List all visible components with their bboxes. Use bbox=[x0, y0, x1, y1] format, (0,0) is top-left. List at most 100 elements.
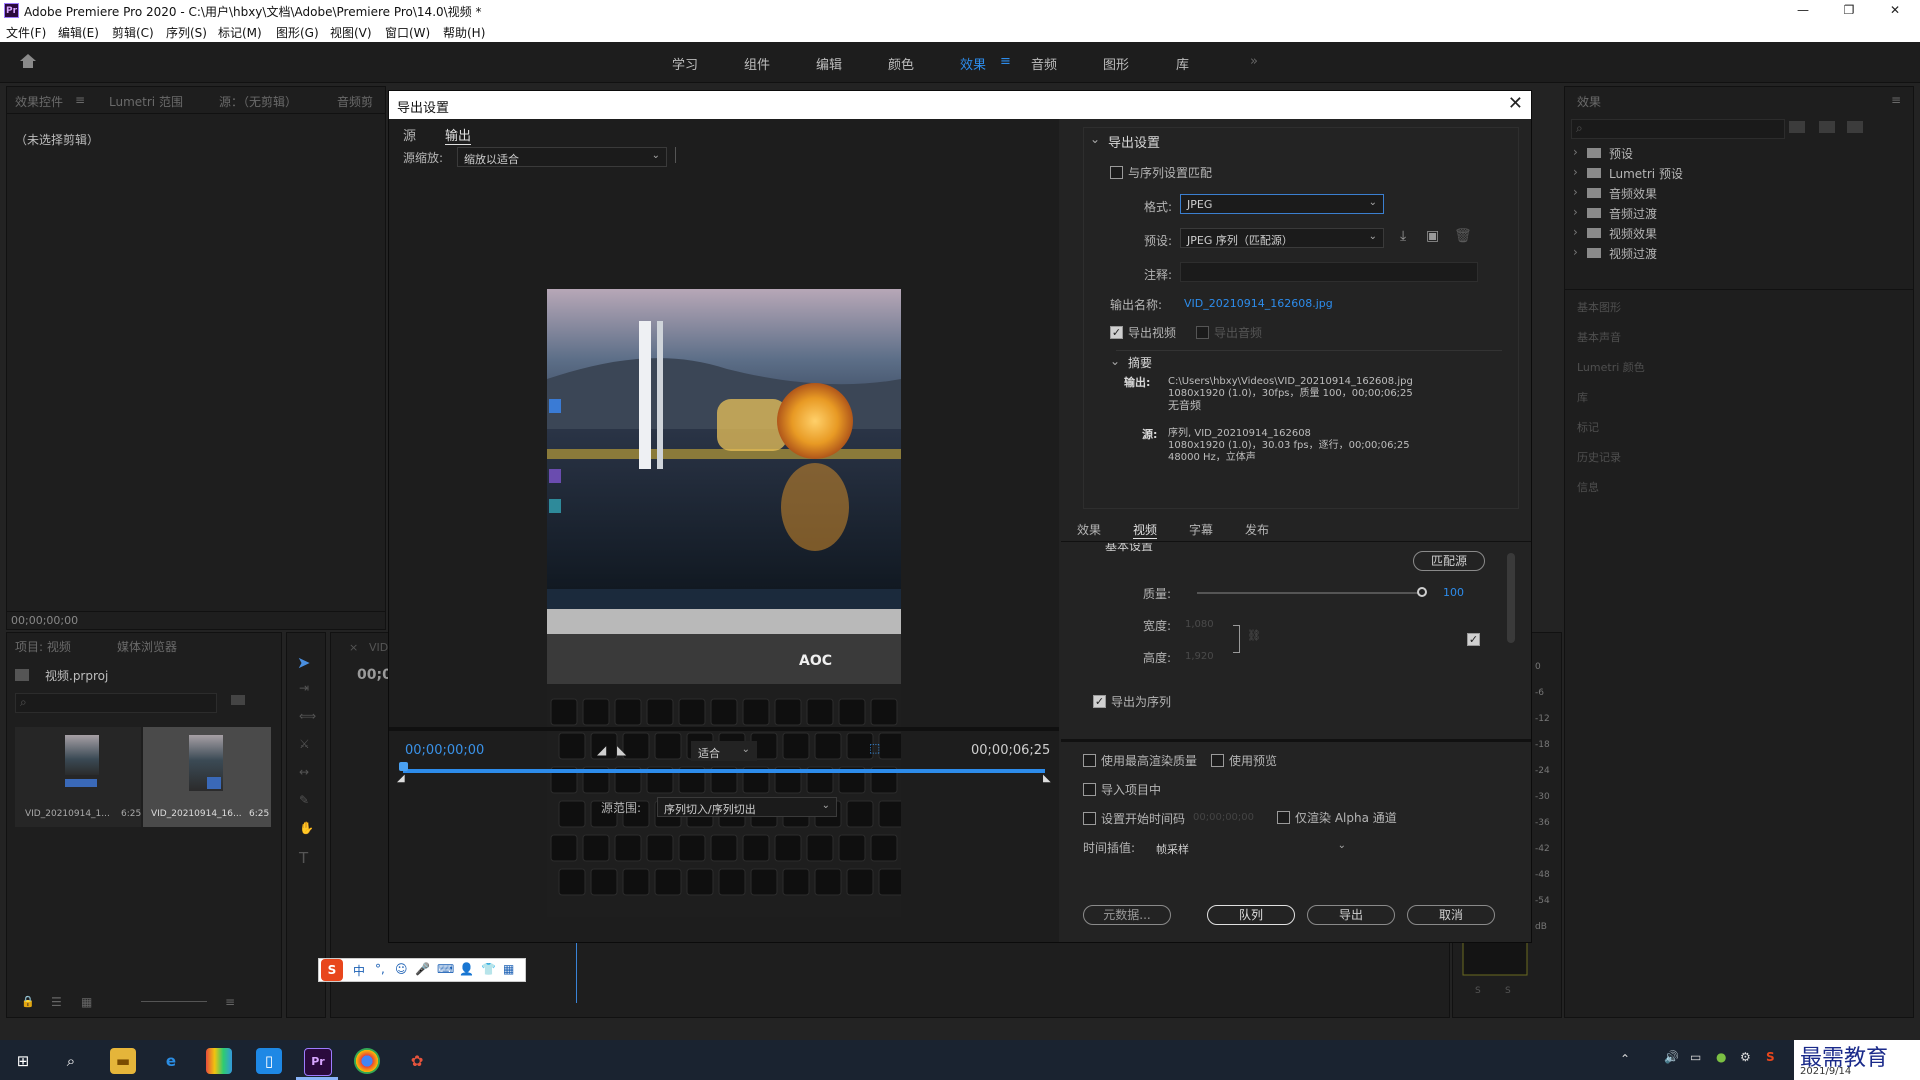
start-timecode-checkbox[interactable] bbox=[1083, 812, 1096, 825]
menu-view[interactable]: 视图(V) bbox=[330, 24, 372, 41]
ime-skin-icon[interactable]: 👕 bbox=[481, 962, 496, 976]
ime-punctuation[interactable]: °, bbox=[375, 962, 385, 976]
height-value[interactable]: 1,920 bbox=[1185, 651, 1214, 662]
tab-lumetri-scopes[interactable]: Lumetri 范围 bbox=[109, 93, 183, 110]
menu-help[interactable]: 帮助(H) bbox=[443, 24, 485, 41]
edge-browser-icon[interactable]: e bbox=[158, 1048, 184, 1074]
workspace-libraries[interactable]: 库 bbox=[1176, 54, 1189, 73]
effects-tree-item[interactable]: › 音频效果 bbox=[1573, 185, 1893, 205]
chrome-icon[interactable] bbox=[354, 1048, 380, 1074]
essential-graphics-section[interactable]: 基本图形 bbox=[1577, 299, 1621, 315]
list-view-icon[interactable]: ☰ bbox=[51, 995, 62, 1009]
sogou-logo-icon[interactable]: S bbox=[321, 959, 343, 981]
import-project-checkbox[interactable] bbox=[1083, 783, 1096, 796]
32bit-effects-icon[interactable] bbox=[1819, 121, 1835, 133]
menu-window[interactable]: 窗口(W) bbox=[385, 24, 430, 41]
solo-button[interactable]: S bbox=[1505, 986, 1511, 996]
taskbar-search-icon[interactable]: ⌕ bbox=[58, 1048, 84, 1074]
match-sequence-checkbox[interactable] bbox=[1110, 166, 1123, 179]
workspace-effects[interactable]: 效果 bbox=[960, 54, 986, 73]
render-alpha-checkbox[interactable] bbox=[1277, 811, 1290, 824]
quality-value[interactable]: 100 bbox=[1443, 586, 1464, 599]
tab-publish[interactable]: 发布 bbox=[1245, 521, 1269, 538]
source-scaling-select[interactable]: 缩放以适合 ⌄ bbox=[457, 147, 667, 167]
tray-sogou-icon[interactable]: S bbox=[1766, 1050, 1775, 1064]
workspace-menu-icon[interactable]: ≡ bbox=[1000, 54, 1011, 69]
width-value[interactable]: 1,080 bbox=[1185, 619, 1214, 630]
file-explorer-icon[interactable]: ▬ bbox=[110, 1048, 136, 1074]
hand-icon[interactable]: ✋ bbox=[299, 821, 314, 835]
project-clip-1[interactable]: VID_20210914_1... 6:25 bbox=[15, 727, 141, 827]
export-audio-checkbox[interactable] bbox=[1196, 326, 1209, 339]
project-clip-2[interactable]: VID_20210914_16... 6:25 bbox=[143, 727, 271, 827]
export-as-sequence-checkbox[interactable]: ✓ bbox=[1093, 695, 1106, 708]
workspace-color[interactable]: 颜色 bbox=[888, 54, 914, 73]
tab-source[interactable]: 源：（无剪辑） bbox=[219, 93, 297, 110]
workspace-graphics[interactable]: 图形 bbox=[1103, 54, 1129, 73]
queue-button[interactable]: 队列 bbox=[1207, 905, 1295, 925]
libraries-section[interactable]: 库 bbox=[1577, 389, 1588, 405]
ripple-edit-icon[interactable]: ⟺ bbox=[299, 709, 316, 723]
essential-sound-section[interactable]: 基本声音 bbox=[1577, 329, 1621, 345]
output-name-link[interactable]: VID_20210914_162608.jpg bbox=[1184, 297, 1333, 310]
export-video-checkbox[interactable]: ✓ bbox=[1110, 326, 1123, 339]
max-render-checkbox[interactable] bbox=[1083, 754, 1096, 767]
menu-clip[interactable]: 剪辑(C) bbox=[112, 24, 154, 41]
ime-emoji-icon[interactable]: ☺ bbox=[395, 962, 408, 976]
source-range-select[interactable]: 序列切入/序列切出 ⌄ bbox=[657, 797, 837, 817]
use-previews-checkbox[interactable] bbox=[1211, 754, 1224, 767]
close-sequence-icon[interactable]: × bbox=[349, 641, 358, 654]
collapse-chevron-icon[interactable]: ⌄ bbox=[1090, 132, 1100, 146]
history-section[interactable]: 历史记录 bbox=[1577, 449, 1621, 465]
ime-toolbox-icon[interactable]: ▦ bbox=[503, 962, 514, 976]
window-close-icon[interactable]: ✕ bbox=[1872, 0, 1918, 21]
effects-search-input[interactable]: ⌕ bbox=[1571, 119, 1785, 139]
tray-settings-icon[interactable]: ⚙ bbox=[1740, 1050, 1751, 1064]
accelerated-effects-icon[interactable] bbox=[1789, 121, 1805, 133]
new-bin-icon[interactable] bbox=[231, 695, 245, 705]
cancel-button[interactable]: 取消 bbox=[1407, 905, 1495, 925]
workspace-learn[interactable]: 学习 bbox=[672, 54, 698, 73]
workspace-assembly[interactable]: 组件 bbox=[744, 54, 770, 73]
comments-input[interactable] bbox=[1180, 262, 1478, 282]
home-icon[interactable] bbox=[18, 52, 38, 70]
tablet-app-icon[interactable]: ▯ bbox=[256, 1048, 282, 1074]
playhead-handle[interactable] bbox=[399, 762, 408, 771]
effects-tree-item[interactable]: › 预设 bbox=[1573, 145, 1893, 165]
tab-project[interactable]: 项目: 视频 bbox=[15, 638, 71, 655]
workspace-editing[interactable]: 编辑 bbox=[816, 54, 842, 73]
pen-icon[interactable]: ✎ bbox=[299, 793, 309, 807]
premiere-taskbar-icon[interactable]: Pr bbox=[304, 1048, 332, 1076]
zoom-slider[interactable] bbox=[141, 1001, 207, 1002]
quality-slider-track[interactable] bbox=[1197, 592, 1423, 594]
sequence-tab[interactable]: VID bbox=[369, 641, 388, 654]
constrain-link-icon[interactable]: ⛓ bbox=[1247, 629, 1261, 642]
slip-icon[interactable]: ↔ bbox=[299, 765, 309, 779]
effects-tree-item[interactable]: › 音频过渡 bbox=[1573, 205, 1893, 225]
restore-icon[interactable]: ❐ bbox=[1826, 0, 1872, 21]
project-search-input[interactable]: ⌕ bbox=[15, 693, 217, 713]
import-preset-icon[interactable]: ▣ bbox=[1426, 228, 1439, 244]
tab-effect-controls[interactable]: 效果控件 bbox=[15, 93, 63, 110]
ime-keyboard-icon[interactable]: ⌨ bbox=[437, 962, 454, 976]
match-source-button[interactable]: 匹配源 bbox=[1413, 551, 1485, 571]
in-marker-icon[interactable]: ◢ bbox=[397, 773, 405, 784]
timeline-scrubber[interactable] bbox=[403, 769, 1045, 773]
tab-captions[interactable]: 字幕 bbox=[1189, 521, 1213, 538]
tab-audio-clip[interactable]: 音频剪 bbox=[337, 93, 373, 110]
settings-scrollbar[interactable] bbox=[1507, 553, 1515, 643]
time-interpolation-select[interactable]: 帧采样 ⌄ bbox=[1149, 837, 1353, 857]
summary-chevron-icon[interactable]: ⌄ bbox=[1110, 354, 1120, 368]
effects-tree-item[interactable]: › 视频过渡 bbox=[1573, 245, 1893, 265]
icon-view-icon[interactable]: ▦ bbox=[81, 995, 92, 1009]
ime-voice-icon[interactable]: 🎤 bbox=[415, 962, 430, 976]
ime-chinese-mode[interactable]: 中 bbox=[353, 962, 365, 979]
menu-sequence[interactable]: 序列(S) bbox=[166, 24, 207, 41]
razor-icon[interactable]: ⚔ bbox=[299, 737, 310, 751]
metadata-button[interactable]: 元数据... bbox=[1083, 905, 1171, 925]
fit-select[interactable]: 适合 ⌄ bbox=[691, 741, 757, 761]
more-workspaces-icon[interactable]: » bbox=[1250, 54, 1258, 69]
ime-user-icon[interactable]: 👤 bbox=[459, 962, 474, 976]
out-marker-icon[interactable]: ◣ bbox=[1043, 773, 1051, 784]
save-preset-icon[interactable]: ⤓ bbox=[1400, 228, 1406, 244]
